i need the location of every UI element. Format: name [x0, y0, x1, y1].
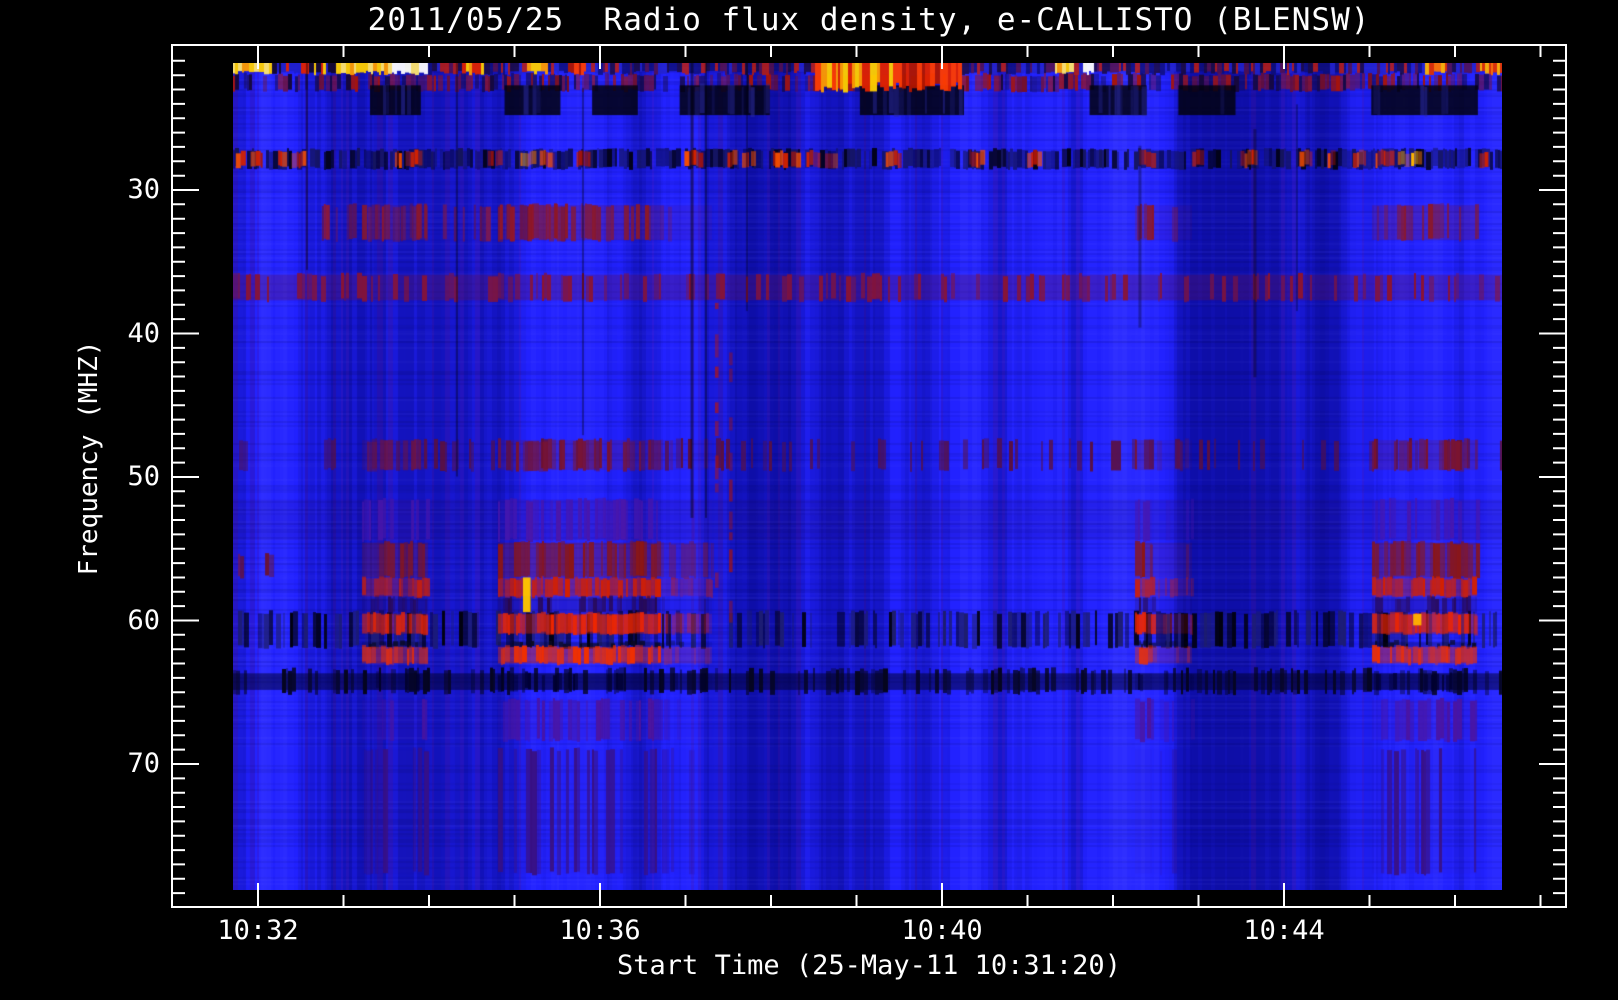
x-tick-label: 10:40	[901, 915, 983, 946]
x-axis-title: Start Time (25-May-11 10:31:20)	[617, 950, 1121, 981]
x-tick-label: 10:36	[559, 915, 641, 946]
axes-frame	[171, 44, 1567, 908]
y-tick-label: 30	[127, 174, 160, 205]
x-tick-label: 10:44	[1243, 915, 1325, 946]
axis-ticks	[172, 45, 1566, 907]
spectrogram-page: 2011/05/25 Radio flux density, e-CALLIST…	[0, 0, 1618, 1000]
plot-frame	[171, 44, 1567, 908]
x-tick-label: 10:32	[217, 915, 299, 946]
y-axis-title: Frequency (MHZ)	[74, 340, 104, 576]
y-tick-label: 70	[127, 748, 160, 779]
